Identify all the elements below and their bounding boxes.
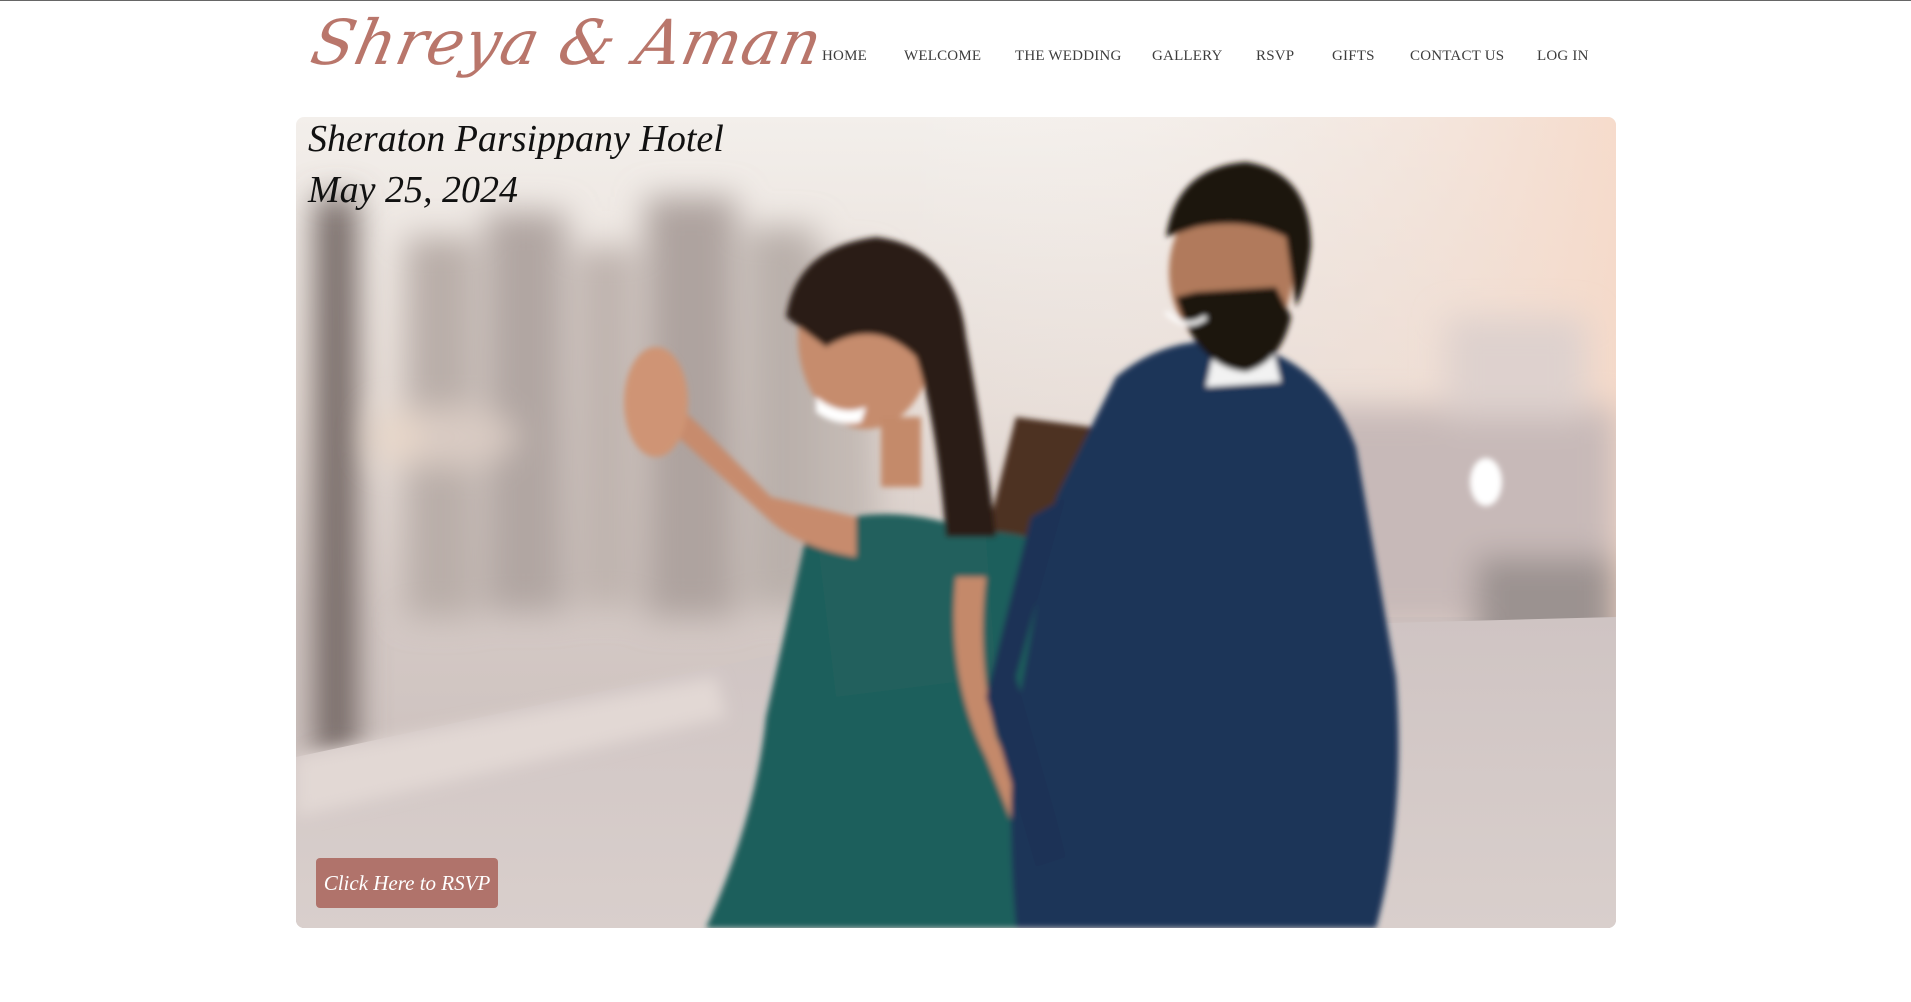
nav-item-gallery[interactable]: GALLERY — [1152, 48, 1223, 65]
site-logo[interactable]: Shreya & Aman — [305, 6, 829, 79]
nav-item-gifts[interactable]: GIFTS — [1332, 48, 1375, 65]
rsvp-button[interactable]: Click Here to RSVP — [316, 858, 498, 908]
nav-item-welcome[interactable]: WELCOME — [904, 48, 981, 65]
main-nav: HOME WELCOME THE WEDDING GALLERY RSVP GI… — [822, 48, 1911, 72]
nav-item-the-wedding[interactable]: THE WEDDING — [1015, 48, 1121, 65]
nav-item-contact-us[interactable]: CONTACT US — [1410, 48, 1504, 65]
event-date: May 25, 2024 — [308, 169, 519, 211]
engagement-photo — [296, 117, 1616, 928]
hero-banner: Sheraton Parsippany Hotel May 25, 2024 C… — [296, 117, 1616, 928]
nav-item-home[interactable]: HOME — [822, 48, 867, 65]
nav-item-log-in[interactable]: LOG IN — [1537, 48, 1589, 65]
nav-item-rsvp[interactable]: RSVP — [1256, 48, 1294, 65]
venue-name: Sheraton Parsippany Hotel — [308, 118, 724, 160]
top-border — [0, 0, 1911, 1]
